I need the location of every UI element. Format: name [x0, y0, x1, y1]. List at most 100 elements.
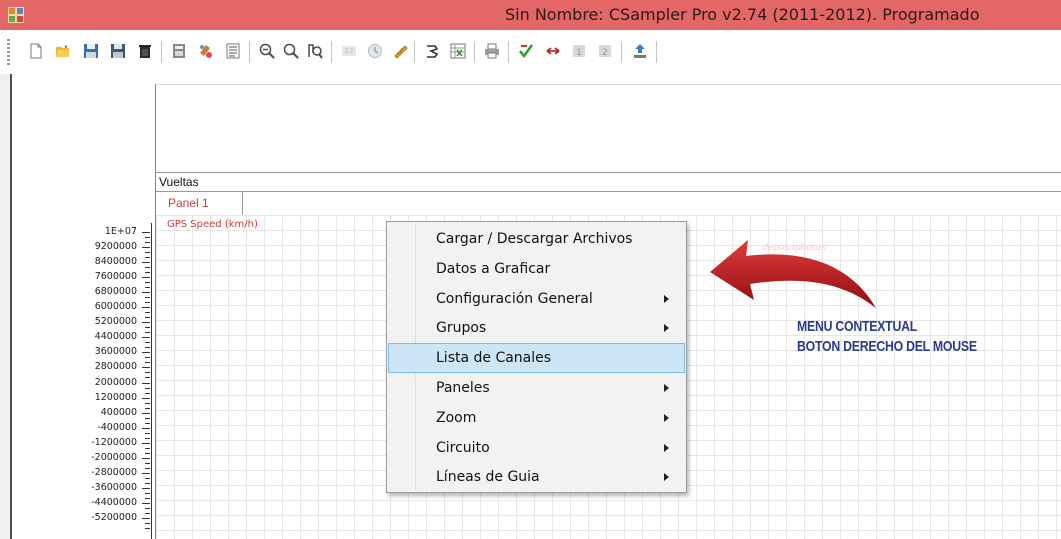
laps-label: Vueltas — [159, 175, 199, 189]
new-file-icon[interactable] — [24, 39, 48, 63]
y-minor-tick — [145, 437, 150, 439]
context-menu-item[interactable]: Líneas de Guia — [389, 463, 684, 491]
y-minor-tick — [145, 482, 150, 484]
y-minor-tick — [145, 447, 150, 449]
zoom-in-icon[interactable] — [279, 39, 303, 63]
y-tick-label: 6800000 — [94, 286, 137, 298]
toolbar-separator — [474, 41, 475, 63]
context-menu-item-label: Líneas de Guia — [436, 469, 540, 486]
list-icon[interactable] — [221, 39, 245, 63]
app-icon[interactable] — [8, 7, 24, 23]
y-tick-label: 7600000 — [94, 271, 137, 283]
context-menu-item[interactable]: Circuito — [389, 434, 684, 462]
context-menu-item-label: Grupos — [436, 320, 487, 337]
y-minor-tick — [145, 422, 150, 424]
numeric-icon[interactable] — [337, 39, 361, 63]
y-minor-tick — [142, 427, 150, 429]
y-minor-tick — [145, 242, 150, 243]
toolbar-separator — [414, 41, 415, 63]
submenu-arrow-icon — [664, 443, 669, 452]
paint-icon[interactable] — [194, 39, 218, 63]
upload-icon[interactable] — [628, 39, 652, 63]
zoom-fit-icon[interactable] — [303, 39, 327, 63]
tab-panel-1-label: Panel 1 — [168, 196, 209, 210]
y-minor-tick — [145, 527, 150, 529]
context-menu-item-label: Paneles — [436, 380, 490, 396]
y-minor-tick — [145, 417, 150, 419]
save-as-icon[interactable] — [106, 39, 130, 63]
save-icon[interactable] — [79, 39, 103, 63]
submenu-arrow-icon — [664, 413, 669, 422]
y-tick-label: 1200000 — [94, 391, 137, 403]
y-minor-tick — [142, 442, 150, 444]
y-minor-tick — [145, 312, 150, 314]
y-tick-label: -2000000 — [91, 451, 137, 463]
calculator-icon[interactable] — [167, 39, 191, 63]
context-menu-item[interactable]: Configuración General — [389, 285, 684, 313]
y-tick-label: 9200000 — [94, 241, 137, 253]
title-bar: Sin Nombre: CSampler Pro v2.74 (2011-201… — [0, 0, 1061, 30]
y-minor-tick — [145, 402, 150, 404]
toolbar-separator — [161, 41, 162, 63]
tab-panel-1[interactable]: Panel 1 — [156, 192, 243, 215]
context-menu-item-label: Lista de Canales — [436, 350, 552, 367]
y-minor-tick — [142, 517, 150, 519]
y-minor-tick — [145, 287, 150, 289]
y-tick-label: -5200000 — [91, 511, 137, 523]
marker-1-icon[interactable]: 1 — [567, 39, 591, 63]
annotation-line-2: BOTON DERECHO DEL MOUSE — [797, 338, 977, 355]
y-minor-tick — [142, 247, 150, 249]
submenu-arrow-icon — [664, 473, 669, 482]
window-title: Sin Nombre: CSampler Pro v2.74 (2011-201… — [505, 5, 980, 24]
y-minor-tick — [145, 297, 150, 299]
y-minor-tick — [145, 522, 150, 524]
zoom-out-icon[interactable] — [255, 39, 279, 63]
y-minor-tick — [145, 507, 150, 509]
toolbar: 1 2 — [0, 30, 1061, 74]
y-minor-tick — [145, 302, 150, 304]
track-icon[interactable] — [420, 39, 444, 63]
check-icon[interactable] — [514, 39, 538, 63]
y-minor-tick — [145, 342, 150, 344]
ruler-icon[interactable] — [389, 39, 413, 63]
context-menu-item-label: Circuito — [436, 439, 490, 456]
toolbar-separator — [249, 41, 250, 63]
y-minor-tick — [142, 352, 150, 354]
context-menu-item[interactable]: Cargar / Descargar Archivos — [389, 225, 684, 253]
clock-icon[interactable] — [363, 39, 387, 63]
panel-tab-strip: Panel 1 — [155, 191, 1061, 216]
laps-bar[interactable]: Vueltas — [155, 172, 1061, 192]
y-tick-label: 2800000 — [94, 361, 137, 373]
y-minor-tick — [142, 412, 150, 414]
print-icon[interactable] — [480, 39, 504, 63]
context-menu-item[interactable]: Datos a Graficar — [389, 255, 684, 283]
y-minor-tick — [145, 462, 150, 464]
context-menu-item[interactable]: Lista de Canales — [388, 343, 685, 374]
y-minor-tick — [145, 237, 150, 238]
context-menu-item[interactable]: Paneles — [389, 374, 684, 402]
marker-2-icon[interactable]: 2 — [593, 39, 617, 63]
y-minor-tick — [145, 267, 150, 269]
delete-icon[interactable] — [133, 39, 157, 63]
annotation-text: MENU CONTEXTUAL BOTON DERECHO DEL MOUSE — [797, 317, 977, 357]
y-minor-tick — [145, 387, 150, 389]
y-tick-label: 4400000 — [94, 331, 137, 343]
y-minor-tick — [145, 347, 150, 349]
y-minor-tick — [145, 392, 150, 394]
spreadsheet-icon[interactable] — [446, 39, 470, 63]
context-menu-item-label: Cargar / Descargar Archivos — [436, 231, 633, 247]
open-folder-icon[interactable] — [51, 39, 75, 63]
context-menu-item[interactable]: Grupos — [389, 314, 684, 342]
y-minor-tick — [145, 362, 150, 364]
y-tick-label: -2800000 — [91, 466, 137, 478]
y-minor-tick — [145, 372, 150, 374]
context-menu-item[interactable]: Zoom — [389, 404, 684, 432]
y-minor-tick — [145, 497, 150, 499]
y-minor-tick — [145, 452, 150, 454]
svg-text:2: 2 — [602, 48, 608, 58]
toolbar-grip[interactable] — [7, 39, 10, 65]
y-minor-tick — [142, 472, 150, 474]
y-minor-tick — [145, 317, 150, 319]
horizontal-arrows-icon[interactable] — [541, 39, 565, 63]
y-minor-tick — [142, 232, 150, 233]
